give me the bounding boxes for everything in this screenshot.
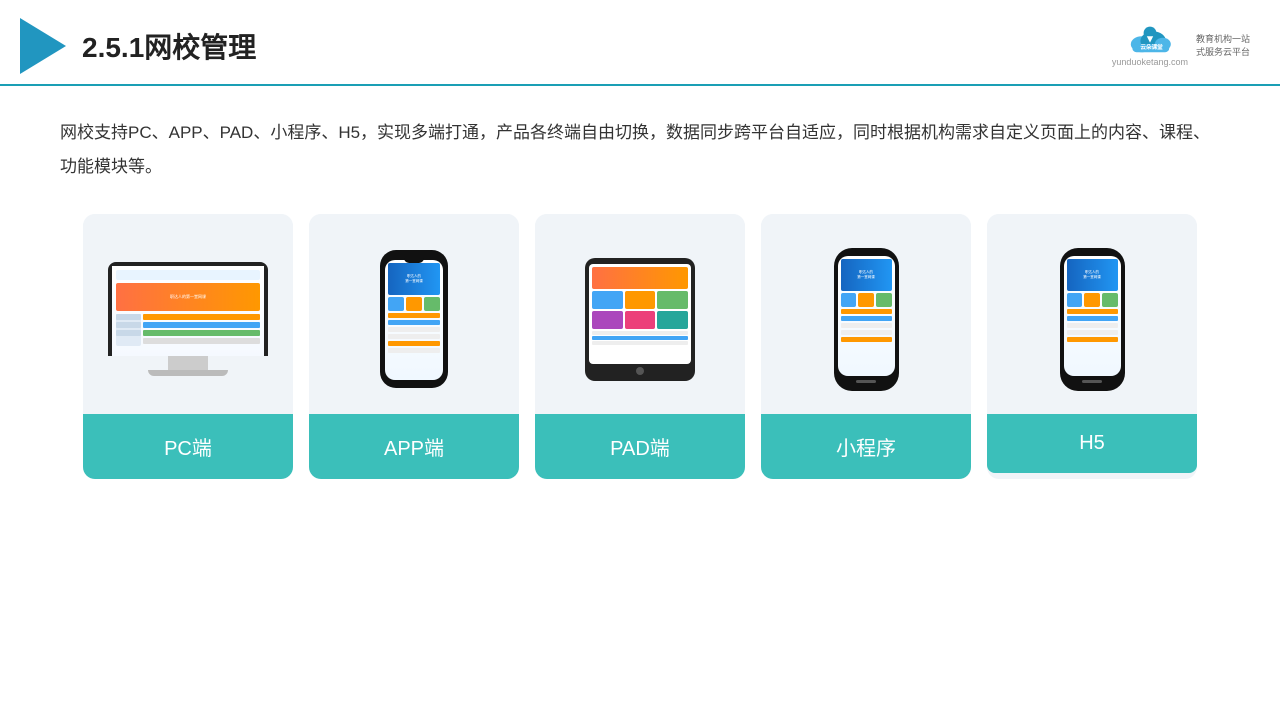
description-text: 网校支持PC、APP、PAD、小程序、H5，实现多端打通，产品各终端自由切换，数… (60, 116, 1220, 184)
card-app: 职达人的第一堂网课 (309, 214, 519, 479)
brand-icon: 云朵课堂 (1126, 25, 1174, 57)
header: 2.5.1网校管理 云朵课堂 yunduoketang.com 教育机构一站 式… (0, 0, 1280, 86)
header-right: 云朵课堂 yunduoketang.com 教育机构一站 式服务云平台 (1112, 25, 1250, 67)
main-content: 网校支持PC、APP、PAD、小程序、H5，实现多端打通，产品各终端自由切换，数… (0, 86, 1280, 499)
card-h5-image: 职达人的第一堂网课 (987, 214, 1197, 414)
card-pc-image: 职达人的第一堂网课 (83, 214, 293, 414)
card-pad-image (535, 214, 745, 414)
card-app-label: APP端 (309, 414, 519, 479)
brand-tagline: 教育机构一站 式服务云平台 (1196, 33, 1250, 60)
app-phone-mockup: 职达人的第一堂网课 (380, 250, 448, 388)
cards-container: 职达人的第一堂网课 (60, 214, 1220, 479)
card-pc: 职达人的第一堂网课 (83, 214, 293, 479)
brand-logo: 云朵课堂 yunduoketang.com (1112, 25, 1188, 67)
card-pad-label: PAD端 (535, 414, 745, 479)
brand-url: yunduoketang.com (1112, 57, 1188, 67)
card-miniprogram-label: 小程序 (761, 414, 971, 479)
miniprogram-phone-mockup: 职达人的第一堂网课 (834, 248, 899, 391)
logo-triangle-icon (20, 18, 66, 74)
pad-tablet-mockup (585, 258, 695, 381)
card-miniprogram: 职达人的第一堂网课 (761, 214, 971, 479)
cloud-icon: 云朵课堂 (1126, 25, 1174, 57)
h5-phone-mockup: 职达人的第一堂网课 (1060, 248, 1125, 391)
card-pad: PAD端 (535, 214, 745, 479)
card-pc-label: PC端 (83, 414, 293, 479)
card-h5: 职达人的第一堂网课 (987, 214, 1197, 479)
card-app-image: 职达人的第一堂网课 (309, 214, 519, 414)
header-left: 2.5.1网校管理 (20, 18, 256, 74)
pc-mockup: 职达人的第一堂网课 (108, 262, 268, 376)
card-h5-label: H5 (987, 414, 1197, 473)
page-title: 2.5.1网校管理 (82, 26, 256, 66)
card-miniprogram-image: 职达人的第一堂网课 (761, 214, 971, 414)
